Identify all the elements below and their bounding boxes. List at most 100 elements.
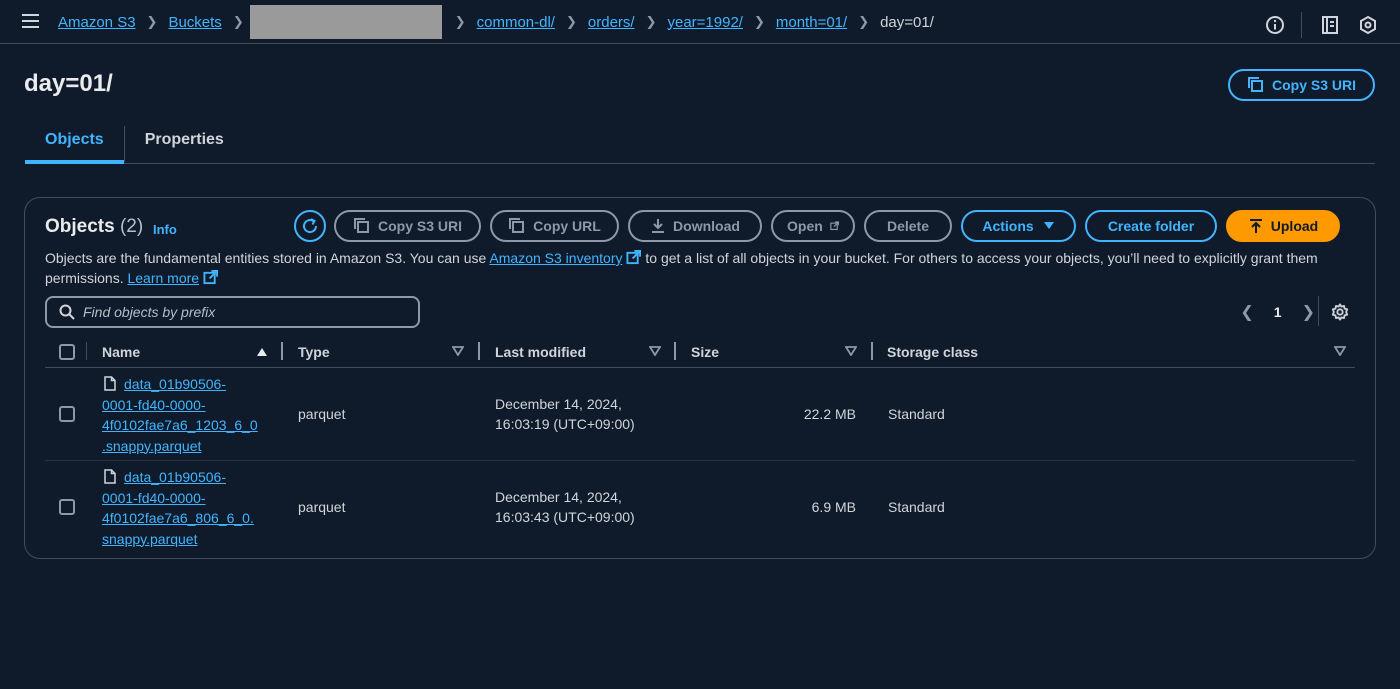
row-checkbox[interactable] [59,499,75,515]
menu-icon[interactable] [22,14,39,28]
table-header: Name Type Last modified Size Storage cla… [45,338,1355,368]
object-name-line[interactable]: snappy.parquet [102,531,197,547]
copy-icon [353,218,369,233]
chevron-right-icon: ❯ [565,14,577,29]
page-number[interactable]: 1 [1274,304,1282,320]
breadcrumb-year[interactable]: year=1992/ [667,14,742,31]
sort-caret-icon[interactable] [649,346,661,356]
notifications-panel-icon[interactable] [1320,15,1340,35]
tab-bar: Objects Properties [25,126,1375,164]
download-button[interactable]: Download [628,210,762,242]
chevron-right-icon: ❯ [454,14,466,29]
previous-page-icon[interactable]: ❮ [1240,302,1253,322]
chevron-right-icon: ❯ [645,14,657,29]
divider [1318,296,1319,326]
object-name-link[interactable]: data_01b90506- 0001-fd40-0000- 4f0102fae… [102,467,272,549]
top-icons [1247,12,1378,38]
column-resizer[interactable] [871,342,873,360]
objects-heading: Objects (2) [45,216,143,238]
tab-objects[interactable]: Objects [25,126,124,164]
open-label: Open [787,218,823,234]
download-label: Download [673,218,740,234]
object-storage-class: Standard [888,406,945,422]
next-page-icon[interactable]: ❯ [1302,302,1315,322]
breadcrumb-buckets[interactable]: Buckets [168,14,221,31]
upload-button[interactable]: Upload [1226,210,1340,242]
gear-icon[interactable] [1331,303,1349,321]
column-resizer[interactable] [281,342,283,360]
open-button[interactable]: Open [771,210,855,242]
column-type[interactable]: Type [298,344,330,360]
row-checkbox[interactable] [59,406,75,422]
object-name-line[interactable]: data_01b90506- [124,376,226,392]
breadcrumb-month[interactable]: month=01/ [776,14,847,31]
file-icon [104,376,116,391]
actions-dropdown[interactable]: Actions [961,210,1076,242]
divider [1301,12,1302,38]
sort-caret-icon[interactable] [845,346,857,356]
copy-icon [509,218,525,233]
page-title: day=01/ [24,70,113,97]
info-link[interactable]: Info [153,222,177,237]
object-name-line[interactable]: 4f0102fae7a6_1203_6_0 [102,417,258,433]
sort-caret-icon[interactable] [1334,346,1346,356]
column-last-modified[interactable]: Last modified [495,344,586,360]
sort-ascending-icon[interactable] [256,347,268,357]
search-input[interactable] [83,304,403,320]
objects-toolbar: Copy S3 URI Copy URL Download Open Delet… [294,210,1340,242]
external-link-icon [626,250,642,265]
objects-title: Objects [45,216,115,237]
copy-s3-uri-label: Copy S3 URI [1271,77,1356,93]
chevron-right-icon: ❯ [146,14,158,29]
object-name-line[interactable]: 0001-fd40-0000- [102,397,206,413]
copy-s3-uri-button[interactable]: Copy S3 URI [1228,69,1375,101]
info-icon[interactable] [1265,15,1285,35]
copy-url-label: Copy URL [533,218,601,234]
object-last-modified-date: December 14, 2024, [495,396,622,412]
object-type: parquet [298,406,346,422]
tab-properties[interactable]: Properties [125,126,244,163]
learn-more-link[interactable]: Learn more [127,270,199,286]
object-last-modified-time: 16:03:43 (UTC+09:00) [495,509,635,525]
object-name-line[interactable]: data_01b90506- [124,469,226,485]
upload-label: Upload [1270,218,1319,234]
search-box [45,296,420,328]
column-resizer[interactable] [674,342,676,360]
object-name-line[interactable]: 0001-fd40-0000- [102,490,206,506]
upload-icon [1249,219,1262,233]
table-row: data_01b90506- 0001-fd40-0000- 4f0102fae… [45,461,1355,554]
object-name-line[interactable]: 4f0102fae7a6_806_6_0. [102,510,254,526]
create-folder-label: Create folder [1107,218,1195,234]
external-link-icon [203,270,219,285]
external-link-icon [830,221,839,231]
chevron-right-icon: ❯ [753,14,765,29]
breadcrumb-orders[interactable]: orders/ [588,14,635,31]
copy-icon [1247,77,1263,92]
column-resizer[interactable] [478,342,480,360]
column-storage-class[interactable]: Storage class [887,344,978,360]
object-last-modified-time: 16:03:19 (UTC+09:00) [495,416,635,432]
breadcrumb-common-dl[interactable]: common-dl/ [477,14,555,31]
column-size[interactable]: Size [691,344,719,360]
refresh-button[interactable] [294,210,326,242]
sort-caret-icon[interactable] [452,346,464,356]
column-name[interactable]: Name [102,344,140,360]
objects-description: Objects are the fundamental entities sto… [45,248,1355,288]
top-navigation-bar: Amazon S3 ❯ Buckets ❯ ❯ common-dl/ ❯ ord… [0,0,1400,44]
select-all-checkbox[interactable] [59,344,75,360]
object-name-link[interactable]: data_01b90506- 0001-fd40-0000- 4f0102fae… [102,374,272,456]
amazon-s3-inventory-link[interactable]: Amazon S3 inventory [489,250,622,266]
breadcrumb: Amazon S3 ❯ Buckets ❯ ❯ common-dl/ ❯ ord… [58,0,934,44]
settings-hexagon-icon[interactable] [1358,15,1378,35]
object-name-line[interactable]: .snappy.parquet [102,438,201,454]
actions-label: Actions [982,218,1034,234]
copy-url-button[interactable]: Copy URL [490,210,619,242]
copy-s3-uri-toolbar-button[interactable]: Copy S3 URI [334,210,481,242]
create-folder-button[interactable]: Create folder [1085,210,1217,242]
table-row: data_01b90506- 0001-fd40-0000- 4f0102fae… [45,368,1355,461]
delete-button[interactable]: Delete [864,210,952,242]
download-icon [652,219,665,233]
divider [86,342,87,360]
breadcrumb-amazon-s3[interactable]: Amazon S3 [58,14,136,31]
chevron-right-icon: ❯ [858,14,870,29]
